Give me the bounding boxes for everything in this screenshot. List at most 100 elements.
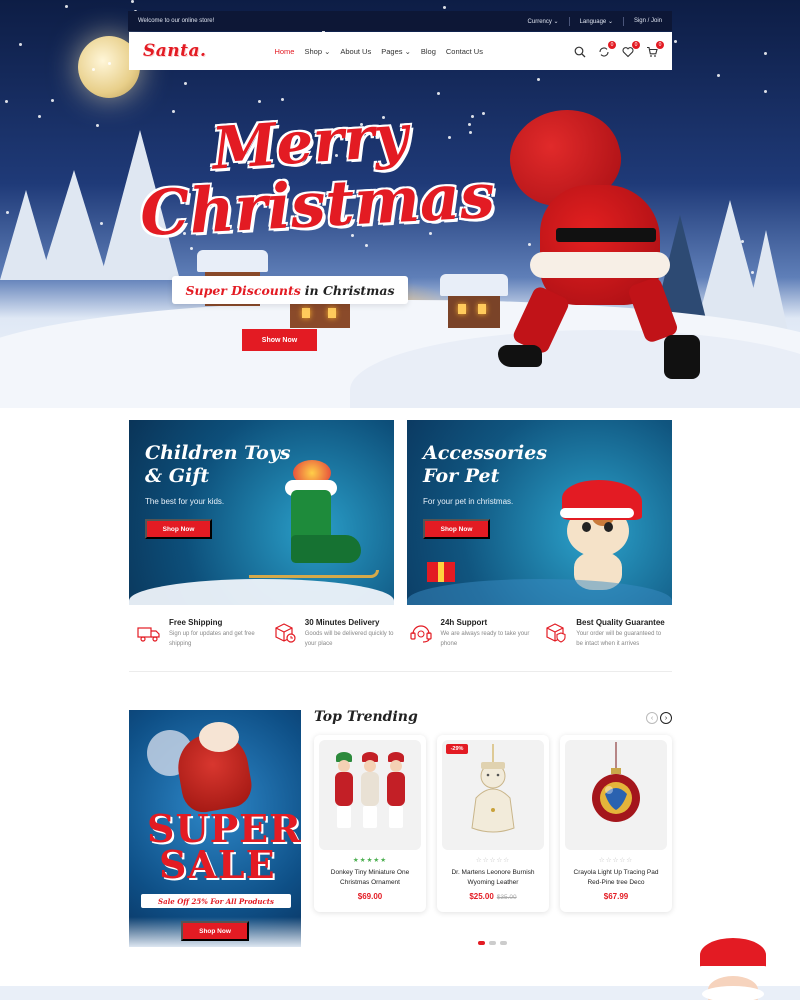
logo[interactable]: Santa. [143, 41, 206, 61]
carousel-next-icon[interactable]: › [660, 712, 672, 724]
nav-blog[interactable]: Blog [421, 47, 436, 56]
super-sale-banner[interactable]: SUPER SALE Sale Off 25% For All Products… [129, 710, 301, 947]
feature-title: Best Quality Guarantee [576, 618, 665, 627]
snowflake [443, 6, 446, 9]
feature-desc: Goods will be delivered quickly to your … [304, 631, 394, 647]
snowflake [5, 100, 8, 103]
gift-box-graphic [427, 562, 455, 582]
compare-icon[interactable]: 0 [598, 41, 616, 57]
elf-figurine [333, 752, 355, 832]
santa-peek-graphic [690, 938, 776, 1000]
feature-desc: Your order will be guaranteed to be inta… [576, 631, 662, 647]
snowflake [92, 68, 95, 71]
snowman-ornament [471, 744, 515, 833]
feature-title: 24h Support [440, 618, 488, 627]
snow-floor [129, 579, 394, 605]
price-current: $67.99 [603, 892, 629, 901]
banner-title: Accessories For Pet [423, 442, 548, 487]
divider [622, 16, 624, 26]
nav-shop[interactable]: Shop ⌄ [304, 47, 330, 56]
santa-fur [530, 252, 670, 278]
product-price: $67.99 [560, 892, 672, 901]
product-image[interactable] [565, 740, 667, 850]
snowflake [537, 78, 540, 81]
price-old: $35.00 [496, 894, 517, 901]
snowflake [281, 98, 284, 101]
product-name[interactable]: Dr. Martens Leonore Burnish Wyoming Leat… [443, 868, 543, 887]
snowflake [482, 112, 485, 115]
product-name[interactable]: Crayola Light Up Tracing Pad Red-Pine tr… [566, 868, 666, 887]
currency-dropdown[interactable]: Currency ⌄ [528, 18, 559, 25]
hero-discount-strip: Super Discounts in Christmas [172, 276, 408, 304]
feature-quality: Best Quality Guarantee Your order will b… [536, 618, 672, 663]
carousel-dot[interactable] [500, 941, 507, 945]
banner-shop-now-button[interactable]: Shop Now [423, 519, 490, 539]
nav-home[interactable]: Home [274, 47, 294, 56]
snowflake [365, 244, 368, 247]
snowflake [437, 92, 440, 95]
language-dropdown[interactable]: Language ⌄ [580, 18, 613, 25]
heart-icon[interactable]: 0 [622, 41, 640, 58]
feature-title: 30 Minutes Delivery [304, 618, 380, 627]
banner-subtitle: For your pet in christmas. [423, 497, 514, 506]
nav-pages[interactable]: Pages ⌄ [381, 47, 411, 56]
banner-shop-now-button[interactable]: Shop Now [145, 519, 212, 539]
snowflake [764, 90, 767, 93]
top-bar: Welcome to our online store! Currency ⌄ … [128, 11, 672, 31]
snowflake [468, 123, 471, 126]
price-current: $69.00 [357, 892, 383, 901]
snowflake [19, 43, 22, 46]
santa-boot [664, 335, 700, 379]
discount-highlight: Super Discounts [185, 282, 301, 298]
shield-box-icon [546, 623, 566, 643]
sale-title-line2: SALE [159, 842, 276, 887]
hero-show-now-button[interactable]: Show Now [242, 329, 317, 351]
banner-subtitle: The best for your kids. [145, 497, 225, 506]
product-image[interactable] [319, 740, 421, 850]
product-card[interactable]: -29% ☆☆☆☆☆ Dr. Martens Leonore Burnish W… [437, 735, 549, 912]
product-price: $69.00 [314, 892, 426, 901]
nav-about[interactable]: About Us [340, 47, 371, 56]
section-title: Top Trending [314, 709, 418, 725]
snowflake [471, 115, 474, 118]
divider [568, 16, 570, 26]
snowflake [448, 136, 451, 139]
sign-in-link[interactable]: Sign / Join [634, 18, 662, 24]
product-price: $25.00 $35.00 [437, 892, 549, 901]
cart-count: 0 [656, 41, 664, 49]
product-name[interactable]: Donkey Tiny Miniature One Christmas Orna… [320, 868, 420, 887]
product-image[interactable] [442, 740, 544, 850]
snowflake [96, 124, 99, 127]
price-current: $25.00 [469, 892, 494, 901]
carousel-dot[interactable] [489, 941, 496, 945]
promo-banner-pet[interactable]: Accessories For Pet For your pet in chri… [407, 420, 672, 605]
tree-graphic [0, 190, 52, 280]
sled-graphic [249, 570, 379, 578]
hero-title-christmas: Christmas [138, 158, 497, 251]
carousel-prev-icon[interactable]: ‹ [646, 712, 658, 724]
nav-contact[interactable]: Contact Us [446, 47, 483, 56]
snowflake [51, 99, 54, 102]
feature-support: 24h Support We are always ready to take … [401, 618, 537, 663]
santa-belt [556, 228, 656, 242]
puppy-graphic [560, 480, 652, 590]
nav-icons: 0 0 0 [574, 41, 664, 58]
footer-band [0, 986, 800, 1000]
elf-figurine [359, 752, 381, 832]
promo-banner-toys[interactable]: Children Toys & Gift The best for your k… [129, 420, 394, 605]
product-card[interactable]: ★★★★★ Donkey Tiny Miniature One Christma… [314, 735, 426, 912]
snowflake [764, 52, 767, 55]
feature-free-shipping: Free Shipping Sign up for updates and ge… [129, 618, 265, 663]
house-graphic [282, 282, 358, 328]
menu: Home Shop ⌄ About Us Pages ⌄ Blog Contac… [274, 47, 493, 56]
ball-ornament [592, 742, 640, 822]
cart-icon[interactable]: 0 [646, 41, 664, 57]
product-card[interactable]: ☆☆☆☆☆ Crayola Light Up Tracing Pad Red-P… [560, 735, 672, 912]
headset-icon [409, 625, 432, 643]
sale-shop-now-button[interactable]: Shop Now [181, 921, 249, 941]
carousel-dot[interactable] [478, 941, 485, 945]
snowflake [528, 243, 531, 246]
feature-desc: We are always ready to take your phone [440, 631, 530, 647]
truck-icon [137, 627, 160, 642]
search-icon[interactable] [574, 45, 586, 58]
